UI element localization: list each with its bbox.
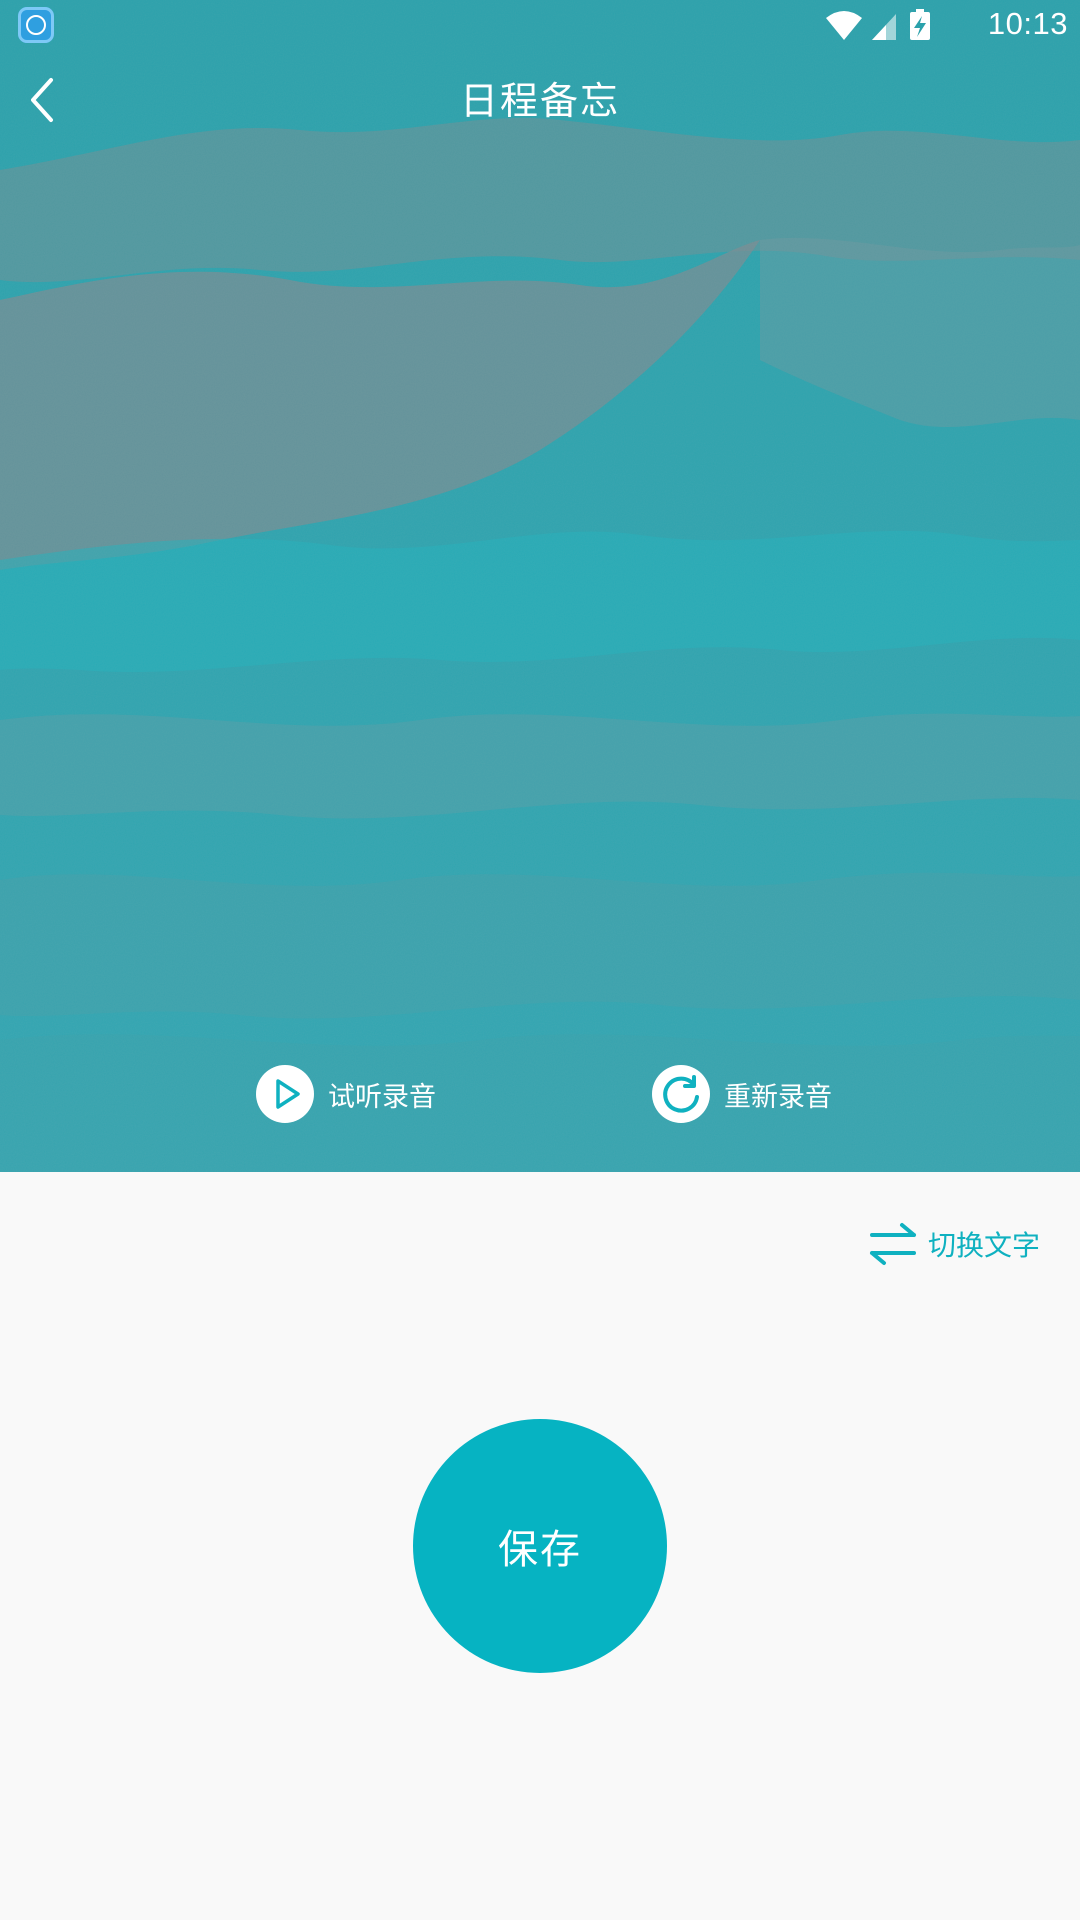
nox-app-icon <box>18 7 54 43</box>
status-time: 10:13 <box>987 6 1068 41</box>
back-arrow-icon <box>31 78 53 122</box>
rerecord-label: 重新录音 <box>724 1081 832 1113</box>
play-icon <box>276 1079 300 1109</box>
header-background: 10:13 日程备忘 试听录音 重新录音 <box>0 0 1080 1172</box>
wifi-icon <box>826 11 862 40</box>
preview-recording-button[interactable]: 试听录音 <box>256 1064 436 1124</box>
rerecord-button[interactable]: 重新录音 <box>652 1064 832 1124</box>
status-icons <box>826 9 930 40</box>
save-button[interactable]: 保存 <box>413 1419 667 1673</box>
play-icon-container <box>256 1065 314 1123</box>
switch-to-text-label: 切换文字 <box>927 1229 1040 1262</box>
battery-charging-icon <box>910 9 930 40</box>
mountain-background-image <box>0 0 1080 1172</box>
status-bar: 10:13 <box>0 0 1080 50</box>
swap-arrows-icon <box>869 1223 916 1265</box>
signal-icon <box>872 14 896 40</box>
switch-to-text-button[interactable]: 切换文字 <box>868 1218 1040 1270</box>
page-title: 日程备忘 <box>459 79 620 123</box>
back-button[interactable] <box>14 68 70 132</box>
preview-recording-label: 试听录音 <box>328 1081 436 1113</box>
refresh-icon-container <box>652 1065 710 1123</box>
refresh-icon <box>663 1075 699 1113</box>
